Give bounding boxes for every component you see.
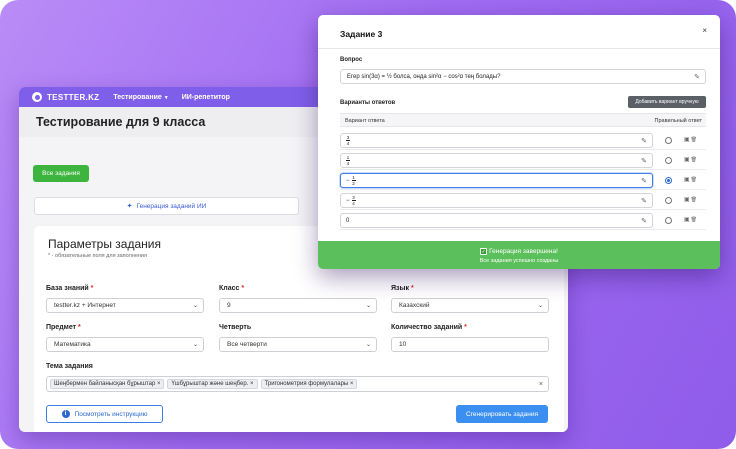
subject-select[interactable]: Математика ⌄ [46,337,204,352]
logo-icon [32,92,42,102]
chevron-down-icon: ⌄ [365,342,371,348]
answer-value: −3 4 [346,195,356,206]
trash-icon[interactable]: 🗑 [691,197,698,203]
answer-row: −1 2 ✎ ▣🗑 [340,170,706,190]
row-actions: ▣🗑 [684,176,698,183]
row-actions: ▣🗑 [684,196,698,203]
topic-tags-input[interactable]: Шеңбермен байланысқан бұрыштар × Үшбұрыш… [46,376,549,392]
knowledge-base-select[interactable]: testter.kz + Интернет ⌄ [46,298,204,313]
image-icon[interactable]: ▣ [684,137,691,143]
answer-value: 34 [346,135,350,146]
view-instruction-label: Посмотреть инструкцию [74,410,148,418]
chevron-down-icon: ⌄ [365,303,371,309]
count-input[interactable]: 10 [391,337,549,352]
col-correct: Правильный ответ [654,118,702,124]
row-actions: ▣🗑 [684,216,698,223]
fraction: 34 [351,195,356,206]
trash-icon[interactable]: 🗑 [691,157,698,163]
nav-testing[interactable]: Тестирование ▼ [113,94,168,101]
answer-input[interactable]: 3 4 ✎ [340,133,653,148]
correct-answer-radio[interactable] [665,137,672,144]
answer-row: 3 4 ✎ ▣🗑 [340,130,706,150]
answer-value: −1 2 [346,175,356,186]
pencil-icon[interactable]: ✎ [641,137,647,145]
chevron-down-icon: ⌄ [192,303,198,309]
check-icon: ✓ [480,248,488,255]
answer-input[interactable]: −3 4 ✎ [340,193,653,208]
count-label: Количество заданий * [391,324,467,331]
question-text: Егер sin(3α) = ½ болса, онда sin²α − cos… [347,73,501,80]
nav-ai-tutor[interactable]: ИИ-репетитор [182,94,230,101]
answer-input[interactable]: 0 ✎ [340,213,653,228]
trash-icon[interactable]: 🗑 [691,137,698,143]
quarter-select[interactable]: Все четверти ⌄ [219,337,377,352]
close-icon[interactable]: × [702,26,707,35]
brand-logo[interactable]: TESTTER.KZ [47,93,99,102]
answers-table-header: Вариант ответа Правильный ответ [340,113,706,127]
modal-title: Задание 3 [340,29,383,39]
all-tasks-button[interactable]: Все задания [33,165,89,182]
topic-tag[interactable]: Үшбұрыштар және шеңбер. × [167,379,258,389]
modal-divider [318,48,720,49]
image-icon[interactable]: ▣ [684,197,691,203]
topic-label: Тема задания [46,363,93,370]
language-select[interactable]: Казахский ⌄ [391,298,549,313]
correct-answer-radio[interactable] [665,217,672,224]
answers-label: Варианты ответов [340,100,396,106]
tab-ai-generation[interactable]: ✦ Генерация заданий ИИ [34,197,299,215]
answer-input[interactable]: 1 4 ✎ [340,153,653,168]
clear-icon[interactable]: × [539,381,543,388]
pencil-icon[interactable]: ✎ [641,177,647,185]
knowledge-base-label: База знаний * [46,285,94,292]
page-title: Тестирование для 9 класса [36,115,206,129]
fraction: 34 [346,135,350,146]
quarter-label: Четверть [219,324,252,331]
grade-label: Класс * [219,285,245,292]
answer-input[interactable]: −1 2 ✎ [340,173,653,188]
topic-tag[interactable]: Тригонометрия формулалары × [260,379,358,389]
fraction: 14 [346,155,350,166]
subject-label: Предмет * [46,324,81,331]
image-icon[interactable]: ▣ [684,157,691,163]
col-answer: Вариант ответа [345,118,385,124]
generate-tasks-button[interactable]: Сгенерировать задания [456,405,548,423]
answer-row: 1 4 ✎ ▣🗑 [340,150,706,170]
topic-tag[interactable]: Шеңбермен байланысқан бұрыштар × [50,379,165,389]
add-manual-answer-button[interactable]: Добавить вариант вручную [628,96,706,108]
answer-value: 0 [346,217,350,224]
info-icon: i [61,410,70,418]
success-toast: ✓ Генерация завершена! Все задания успешн… [318,241,720,269]
chevron-down-icon: ⌄ [192,342,198,348]
correct-answer-radio[interactable] [665,197,672,204]
image-icon[interactable]: ▣ [684,177,691,183]
chevron-down-icon: ▼ [163,94,169,101]
chevron-down-icon: ⌄ [537,303,543,309]
pencil-icon[interactable]: ✎ [641,217,647,225]
correct-answer-radio[interactable] [665,157,672,164]
toast-title: ✓ Генерация завершена! [480,248,558,256]
answer-row: 0 ✎ ▣🗑 [340,210,706,230]
trash-icon[interactable]: 🗑 [691,177,698,183]
toast-subtitle: Все задания успешно созданы [479,258,559,265]
background: TESTTER.KZ Тестирование ▼ ИИ-репетитор Те… [0,0,736,449]
sparkle-icon: ✦ [126,203,133,210]
pencil-icon[interactable]: ✎ [694,73,700,81]
answer-value: 14 [346,155,350,166]
grade-select[interactable]: 9 ⌄ [219,298,377,313]
fraction: 12 [351,175,356,186]
language-label: Язык * [391,285,414,292]
tab-ai-generation-label: Генерация заданий ИИ [136,202,207,210]
view-instruction-button[interactable]: i Посмотреть инструкцию [46,405,163,423]
image-icon[interactable]: ▣ [684,217,691,223]
trash-icon[interactable]: 🗑 [691,217,698,223]
question-label: Вопрос [340,57,363,63]
correct-answer-radio[interactable] [665,177,672,184]
task-modal: Задание 3 × Вопрос Егер sin(3α) = ½ болс… [318,15,720,269]
row-actions: ▣🗑 [684,156,698,163]
pencil-icon[interactable]: ✎ [641,157,647,165]
answer-row: −3 4 ✎ ▣🗑 [340,190,706,210]
pencil-icon[interactable]: ✎ [641,197,647,205]
row-actions: ▣🗑 [684,136,698,143]
question-input[interactable]: Егер sin(3α) = ½ болса, онда sin²α − cos… [340,69,706,84]
